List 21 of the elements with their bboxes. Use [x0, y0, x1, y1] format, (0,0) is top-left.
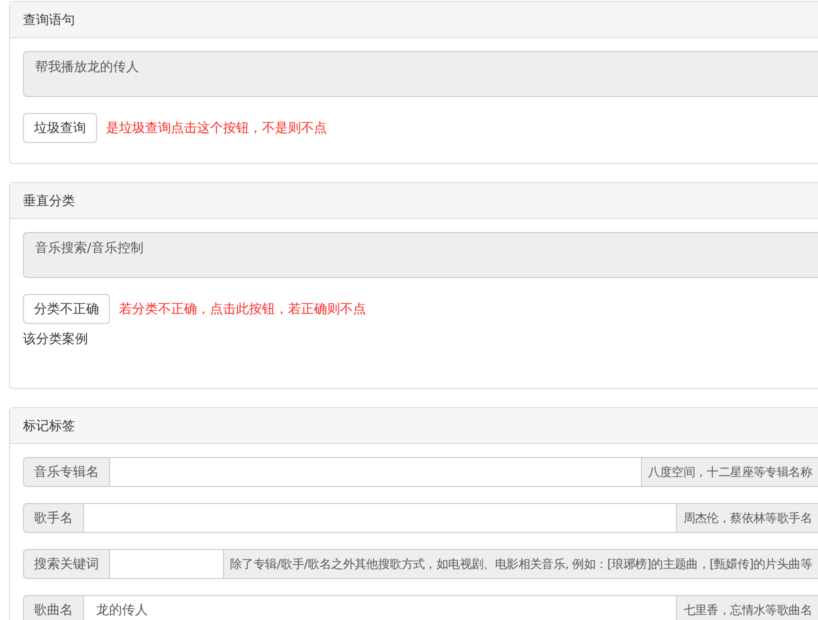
field-label: 歌手名 [23, 503, 84, 533]
panel-title: 标记标签 [10, 408, 818, 444]
spam-query-button[interactable]: 垃圾查询 [23, 113, 97, 143]
wrong-category-button[interactable]: 分类不正确 [23, 294, 110, 324]
field-hint: 周杰伦，蔡依林等歌手名 [676, 503, 818, 533]
tag-input[interactable] [110, 549, 224, 579]
category-field[interactable]: 音乐搜索/音乐控制 [23, 232, 818, 278]
field-hint: 八度空间，十二星座等专辑名称 [641, 457, 818, 487]
panel-title: 垂直分类 [10, 183, 818, 219]
examples-label: 该分类案例 [23, 331, 89, 348]
query-field[interactable]: 帮我播放龙的传人 [23, 51, 818, 97]
field-label: 搜索关键词 [23, 549, 110, 579]
tag-input[interactable] [110, 457, 642, 487]
panel-title: 查询语句 [10, 2, 818, 38]
field-label: 歌曲名 [23, 595, 84, 620]
tag-input[interactable] [84, 503, 676, 533]
field-label: 音乐专辑名 [23, 457, 110, 487]
field-hint: 七里香，忘情水等歌曲名 [676, 595, 818, 620]
hint-text: 若分类不正确，点击此按钮，若正确则不点 [119, 301, 366, 318]
field-hint: 除了专辑/歌手/歌名之外其他搜歌方式，如电视剧、电影相关音乐, 例如：[琅琊榜]的主题曲，[甄嬛传]的片头曲等 [223, 549, 818, 579]
hint-text: 是垃圾查询点击这个按钮，不是则不点 [106, 120, 327, 137]
